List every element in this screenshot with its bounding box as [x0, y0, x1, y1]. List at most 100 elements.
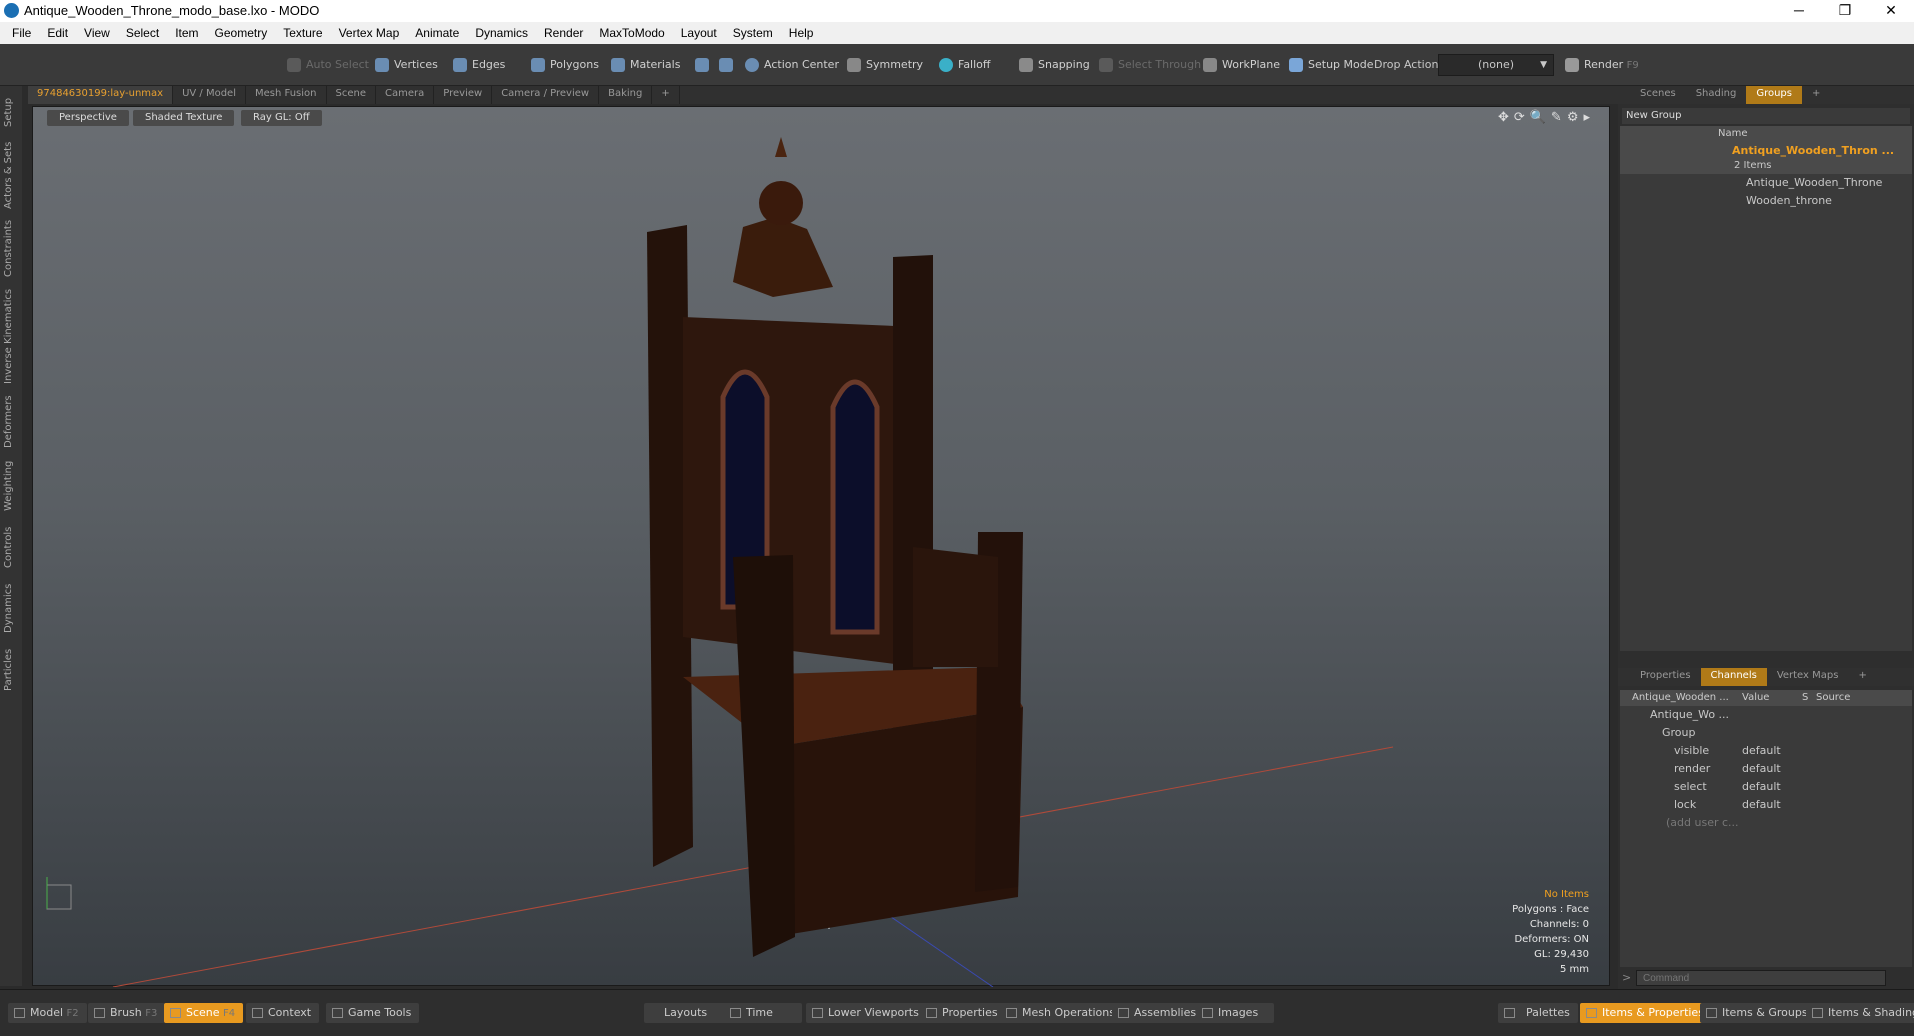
menu-select[interactable]: Select	[118, 26, 167, 40]
items-shading-button[interactable]: Items & Shading	[1806, 1003, 1914, 1023]
falloff-button[interactable]: Falloff	[934, 54, 996, 76]
tab-preview[interactable]: Preview	[434, 86, 493, 104]
setup-mode-button[interactable]: Setup Mode	[1284, 54, 1379, 76]
tab-shading[interactable]: Shading	[1686, 86, 1747, 104]
properties-icon	[926, 1008, 937, 1018]
lower-viewports-button[interactable]: Lower Viewports	[806, 1003, 927, 1023]
add-user-channel[interactable]: (add user c...	[1620, 814, 1912, 832]
tab-channels[interactable]: Channels	[1700, 668, 1767, 686]
menu-vertex-map[interactable]: Vertex Map	[331, 26, 408, 40]
mesh-operations-button[interactable]: Mesh Operations	[1000, 1003, 1123, 1023]
channel-row[interactable]: select default	[1620, 778, 1912, 796]
channel-row[interactable]: visible default	[1620, 742, 1912, 760]
tab-uv-model[interactable]: UV / Model	[173, 86, 246, 104]
menu-item[interactable]: Item	[167, 26, 206, 40]
channel-row[interactable]: lock default	[1620, 796, 1912, 814]
tab-properties[interactable]: Properties	[1618, 668, 1701, 686]
select-through-button[interactable]: Select Through	[1094, 54, 1207, 76]
layouts-button[interactable]: Layouts	[644, 1003, 728, 1023]
col-value[interactable]: Value	[1742, 690, 1769, 706]
throne-model	[647, 137, 1023, 957]
add-tab-button[interactable]: +	[1802, 86, 1830, 104]
list-item[interactable]: Wooden_throne	[1620, 192, 1912, 210]
properties-button[interactable]: Properties	[920, 1003, 1006, 1023]
workplane-button[interactable]: WorkPlane	[1198, 54, 1286, 76]
tab-vertex-maps[interactable]: Vertex Maps	[1767, 668, 1849, 686]
auto-select-button[interactable]: Auto Select	[282, 54, 375, 76]
polygons-button[interactable]: Polygons	[526, 54, 605, 76]
shield-icon	[695, 58, 709, 72]
tab-weighting[interactable]: Weighting	[3, 458, 19, 514]
tab-setup[interactable]: Setup	[3, 92, 19, 132]
menu-file[interactable]: File	[4, 26, 39, 40]
col-s[interactable]: S	[1802, 690, 1808, 706]
menu-animate[interactable]: Animate	[407, 26, 467, 40]
action-center-button[interactable]: Action Center	[740, 54, 845, 76]
assemblies-button[interactable]: Assemblies	[1112, 1003, 1205, 1023]
menu-system[interactable]: System	[725, 26, 781, 40]
tab-constraints[interactable]: Constraints	[3, 218, 19, 278]
tab-groups[interactable]: Groups	[1746, 86, 1802, 104]
tab-deformers[interactable]: Deformers	[3, 394, 19, 450]
menu-texture[interactable]: Texture	[275, 26, 330, 40]
channel-item-row[interactable]: Antique_Wo ...	[1620, 706, 1912, 724]
menu-help[interactable]: Help	[781, 26, 822, 40]
tab-layout-unmax[interactable]: 97484630199:lay-unmax	[28, 86, 174, 104]
images-button[interactable]: Images	[1196, 1003, 1274, 1023]
symmetry-button[interactable]: Symmetry	[842, 54, 929, 76]
context-button[interactable]: Context	[246, 1003, 320, 1023]
drop-action-select[interactable]: (none) ▼	[1438, 54, 1554, 76]
info-channels: Channels: 0	[1529, 919, 1589, 930]
images-icon	[1202, 1008, 1213, 1018]
items-properties-button[interactable]: Items & Properties	[1580, 1003, 1712, 1023]
channel-group-row[interactable]: Group	[1620, 724, 1912, 742]
render-button[interactable]: Render F9	[1560, 54, 1645, 76]
tab-scenes[interactable]: Scenes	[1618, 86, 1686, 104]
tab-controls[interactable]: Controls	[3, 522, 19, 572]
tab-inverse-kinematics[interactable]: Inverse Kinematics	[3, 286, 19, 386]
menu-render[interactable]: Render	[536, 26, 591, 40]
new-group-button[interactable]: New Group	[1622, 108, 1910, 124]
channel-row[interactable]: render default	[1620, 760, 1912, 778]
command-input[interactable]	[1636, 970, 1886, 986]
menu-maxtomodo[interactable]: MaxToModo	[591, 26, 672, 40]
shield-button-1[interactable]	[690, 54, 714, 76]
time-button[interactable]: Time	[724, 1003, 802, 1023]
menu-dynamics[interactable]: Dynamics	[467, 26, 536, 40]
model-layout-button[interactable]: Model F2	[8, 1003, 87, 1023]
vertices-button[interactable]: Vertices	[370, 54, 444, 76]
restore-button[interactable]: ❐	[1822, 0, 1868, 22]
add-tab-button[interactable]: +	[652, 86, 680, 104]
scene-layout-button[interactable]: Scene F4	[164, 1003, 244, 1023]
tab-camera-preview[interactable]: Camera / Preview	[492, 86, 600, 104]
edges-button[interactable]: Edges	[448, 54, 511, 76]
col-name[interactable]: Antique_Wooden ...	[1632, 690, 1729, 706]
tab-scene[interactable]: Scene	[327, 86, 376, 104]
palettes-button[interactable]: Palettes	[1498, 1003, 1578, 1023]
tab-dynamics[interactable]: Dynamics	[3, 580, 19, 636]
materials-button[interactable]: Materials	[606, 54, 686, 76]
items-groups-button[interactable]: Items & Groups	[1700, 1003, 1816, 1023]
menu-view[interactable]: View	[76, 26, 118, 40]
name-column-header[interactable]: Name	[1620, 126, 1912, 142]
auto-select-icon	[287, 58, 301, 72]
shield-button-2[interactable]	[714, 54, 738, 76]
menu-geometry[interactable]: Geometry	[207, 26, 276, 40]
tab-baking[interactable]: Baking	[599, 86, 653, 104]
tab-camera[interactable]: Camera	[376, 86, 435, 104]
menu-edit[interactable]: Edit	[39, 26, 76, 40]
add-tab-button[interactable]: +	[1848, 668, 1876, 686]
list-item[interactable]: Antique_Wooden_Throne	[1620, 174, 1912, 192]
game-tools-button[interactable]: Game Tools	[326, 1003, 420, 1023]
3d-viewport[interactable]: Perspective Shaded Texture Ray GL: Off ✥…	[32, 106, 1610, 987]
menu-layout[interactable]: Layout	[673, 26, 725, 40]
tab-particles[interactable]: Particles	[3, 644, 19, 696]
minimize-button[interactable]: ─	[1776, 0, 1822, 22]
tab-actors-sets[interactable]: Actors & Sets	[3, 140, 19, 210]
group-row[interactable]: Antique_Wooden_Thron ...	[1620, 142, 1912, 160]
col-source[interactable]: Source	[1816, 690, 1850, 706]
close-button[interactable]: ✕	[1868, 0, 1914, 22]
tab-mesh-fusion[interactable]: Mesh Fusion	[246, 86, 327, 104]
snapping-button[interactable]: Snapping	[1014, 54, 1096, 76]
brush-layout-button[interactable]: Brush F3	[88, 1003, 166, 1023]
